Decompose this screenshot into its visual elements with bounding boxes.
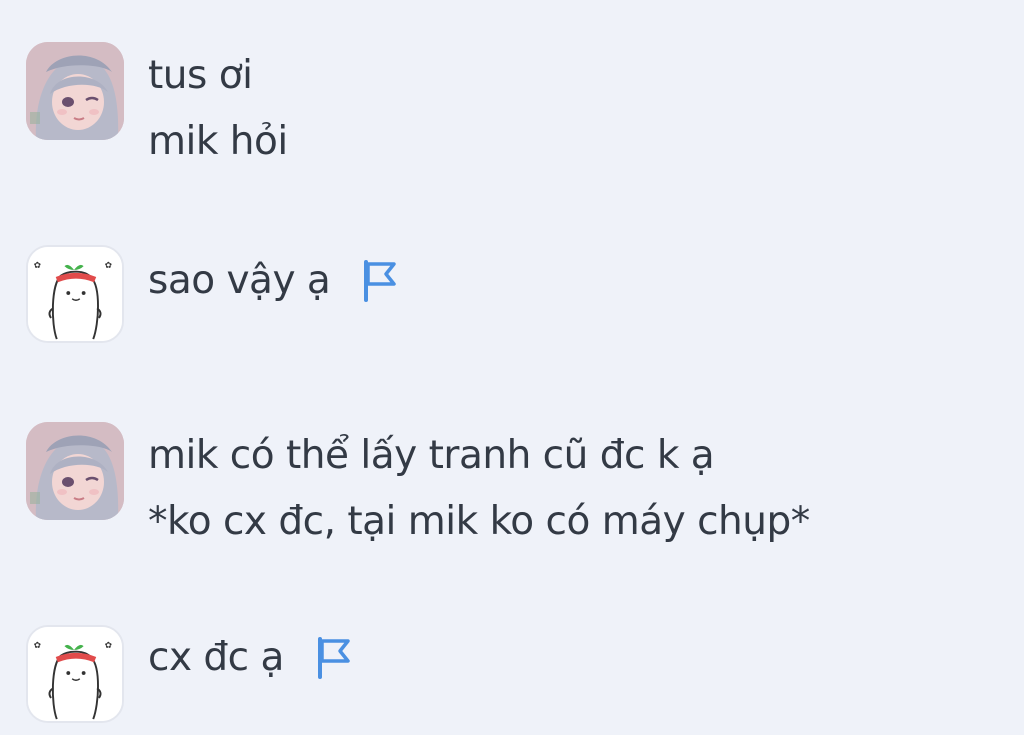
message-text: *ko cx đc, tại mik ko có máy chụp* [148, 498, 810, 544]
chat-message: mik có thể lấy tranh cũ đc k ạ *ko cx đc… [26, 422, 810, 554]
message-text: tus ơi [148, 52, 253, 98]
message-text: cx đc ạ [148, 634, 284, 680]
svg-text:✿: ✿ [34, 641, 41, 651]
svg-text:✿: ✿ [34, 261, 41, 271]
bunny-avatar-icon: ✿ ✿ [28, 247, 122, 341]
message-text: mik có thể lấy tranh cũ đc k ạ [148, 432, 715, 478]
girl-avatar-icon [26, 422, 124, 520]
avatar[interactable]: ✿ ✿ [26, 625, 124, 723]
chat-message: ✿ ✿ cx đc ạ [26, 625, 354, 723]
bunny-avatar-icon: ✿ ✿ [28, 627, 122, 721]
svg-text:✿: ✿ [105, 261, 112, 271]
message-text: mik hỏi [148, 118, 288, 164]
flag-icon[interactable] [360, 258, 400, 302]
chat-message: tus ơi mik hỏi [26, 42, 288, 174]
chat-thread: tus ơi mik hỏi ✿ ✿ sao vậy ạ mik có thể … [0, 0, 1024, 735]
message-text: sao vậy ạ [148, 257, 331, 303]
avatar[interactable] [26, 42, 124, 140]
avatar[interactable] [26, 422, 124, 520]
avatar[interactable]: ✿ ✿ [26, 245, 124, 343]
flag-icon[interactable] [314, 635, 354, 679]
chat-message: ✿ ✿ sao vậy ạ [26, 245, 400, 343]
svg-text:✿: ✿ [105, 641, 112, 651]
girl-avatar-icon [26, 42, 124, 140]
